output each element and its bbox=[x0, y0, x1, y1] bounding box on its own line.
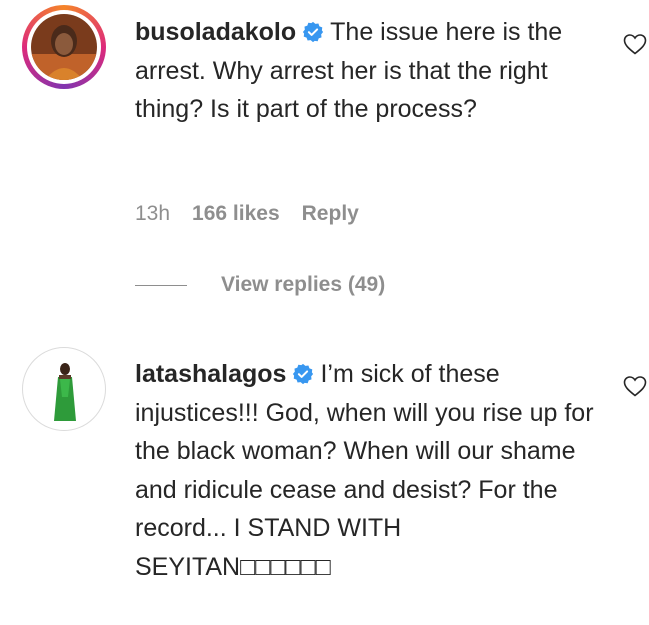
avatar bbox=[32, 357, 98, 423]
comment-text: I’m sick of these injustices!!! God, whe… bbox=[135, 360, 594, 581]
likes-count[interactable]: 166 likes bbox=[192, 202, 280, 225]
avatar-story-ring[interactable] bbox=[22, 5, 106, 89]
comment-body: latashalagos I’m sick of these injustices… bbox=[135, 355, 595, 586]
comment-time: 13h bbox=[135, 202, 171, 225]
comment-meta: 13h 166 likes Reply bbox=[135, 202, 381, 226]
avatar-ring[interactable] bbox=[22, 347, 106, 431]
verified-badge-icon bbox=[303, 21, 324, 43]
avatar-frame bbox=[28, 353, 102, 427]
heart-icon[interactable] bbox=[622, 32, 648, 56]
username-link[interactable]: busoladakolo bbox=[135, 18, 296, 46]
comment-meta-cut-off bbox=[135, 613, 435, 625]
heart-icon[interactable] bbox=[622, 374, 648, 398]
avatar-photo bbox=[32, 357, 98, 423]
avatar-frame bbox=[27, 10, 101, 84]
view-replies-label: View replies (49) bbox=[221, 273, 386, 296]
avatar-photo bbox=[31, 14, 97, 80]
view-replies-button[interactable]: View replies (49) bbox=[135, 273, 385, 297]
view-replies-divider bbox=[135, 284, 187, 286]
verified-badge-icon bbox=[293, 363, 314, 385]
reply-button[interactable]: Reply bbox=[302, 202, 359, 225]
comment-body: busoladakolo The issue here is the arrest… bbox=[135, 13, 595, 129]
username-link[interactable]: latashalagos bbox=[135, 360, 286, 388]
avatar bbox=[31, 14, 97, 80]
